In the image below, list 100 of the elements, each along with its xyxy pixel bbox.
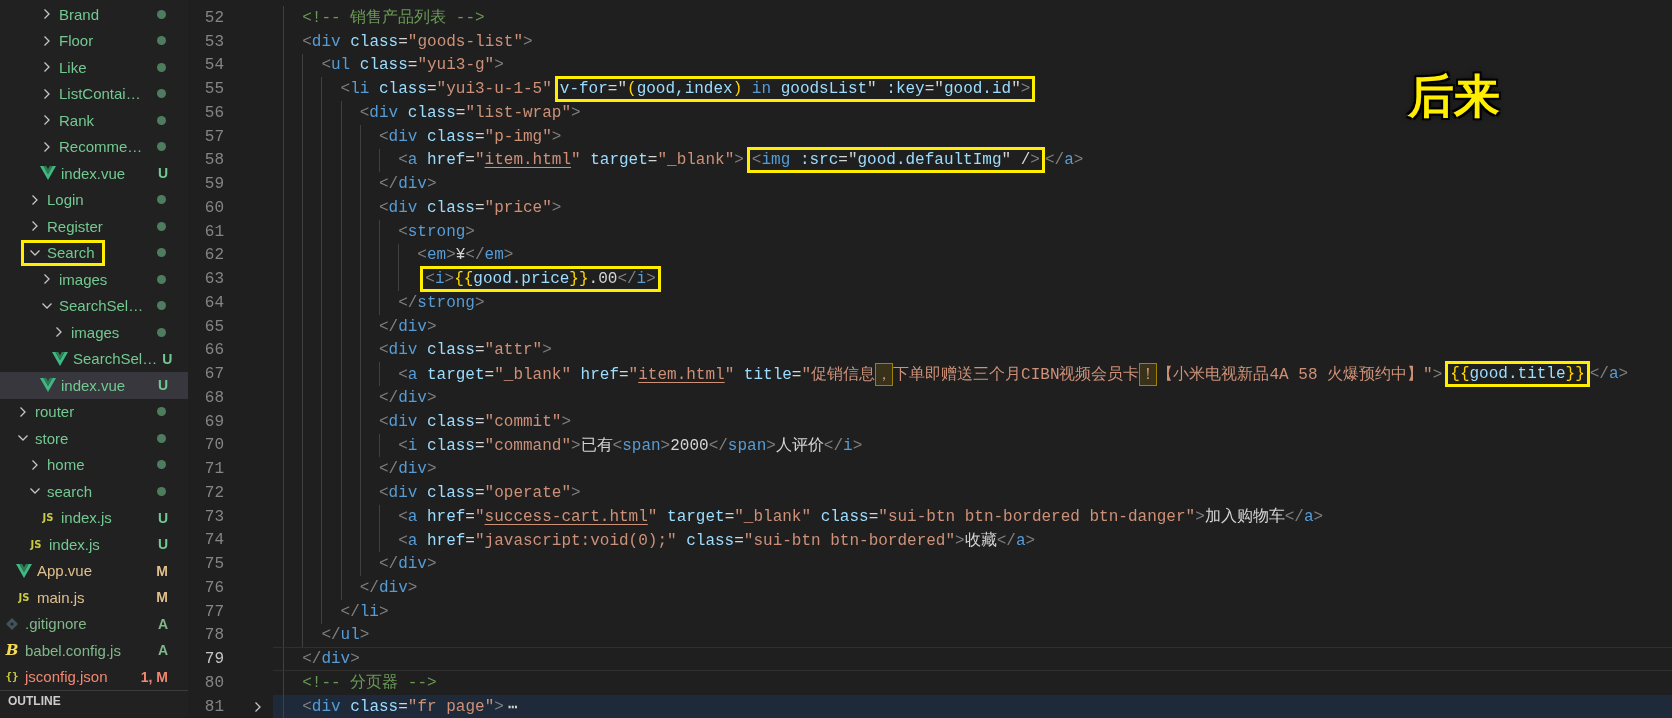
code-text: <div class="operate"> xyxy=(378,483,581,502)
git-status: U xyxy=(157,509,168,526)
tree-item[interactable]: SearchSel… xyxy=(0,292,188,319)
vue-file-icon xyxy=(52,351,68,366)
line-number: 61 xyxy=(203,222,224,241)
code-text: </a> xyxy=(1044,151,1084,170)
line-number: 58 xyxy=(203,151,224,170)
tree-item[interactable]: {} jsconfig.json 1, M xyxy=(0,663,188,690)
line-number: 78 xyxy=(203,626,224,645)
annotation-text: 后来 xyxy=(1408,72,1500,123)
code-text: </ul> xyxy=(321,626,370,645)
tree-item[interactable]: B babel.config.js A xyxy=(0,637,188,664)
tree-item[interactable]: Like xyxy=(0,54,188,81)
code-text: <div class="attr"> xyxy=(378,341,552,360)
code-text: <li class="yui3-u-1-5" xyxy=(340,80,552,99)
line-number: 64 xyxy=(203,293,224,312)
tree-item[interactable]: Recomme… xyxy=(0,133,188,160)
tree-item[interactable]: images xyxy=(0,266,188,293)
line-number: 71 xyxy=(203,460,224,479)
tree-item[interactable]: Rank xyxy=(0,107,188,134)
line-number: 74 xyxy=(203,531,224,550)
tree-item[interactable]: JS main.js M xyxy=(0,584,188,611)
annotation-box: <i>{{good.price}}.00</i> xyxy=(420,266,661,293)
json-file-icon: {} xyxy=(4,669,20,684)
tree-item[interactable]: Login xyxy=(0,186,188,213)
line-number: 70 xyxy=(203,436,224,455)
tree-item[interactable]: Brand xyxy=(0,1,188,28)
line-number: 60 xyxy=(203,198,224,217)
annotation-box: {{good.title}} xyxy=(1445,361,1590,388)
tree-item[interactable]: Floor xyxy=(0,27,188,54)
git-status: A xyxy=(157,615,168,632)
code-text: <a target="_blank" href="item.html" title="促销信息 xyxy=(398,364,876,385)
line-number: 73 xyxy=(203,507,224,526)
tree-item[interactable]: JS index.js U xyxy=(0,531,188,558)
code-text: <ul class="yui3-g"> xyxy=(321,56,504,75)
code-text: </div> xyxy=(378,175,437,194)
code-text: <!-- 分页器 --> xyxy=(302,673,437,694)
git-status: U xyxy=(157,536,168,553)
tree-item[interactable]: Search xyxy=(0,239,188,266)
code-text: 下单即赠送三个月CIBN视频会员卡 xyxy=(893,364,1140,385)
vue-file-icon xyxy=(16,563,32,578)
code-text: <a href="success-cart.html" target="_blank" class="sui-btn btn-bordered btn-danger">加入购物车</a> xyxy=(398,506,1324,528)
code-text: <div class="p-img"> xyxy=(378,127,562,146)
code-text: <i class="command">已有<span>2000</span>人评价</i> xyxy=(398,435,863,456)
line-number: 65 xyxy=(203,317,224,336)
tree-item[interactable]: SearchSel… U xyxy=(0,345,188,372)
js-file-icon: JS xyxy=(28,537,44,552)
tree-item[interactable]: images xyxy=(0,319,188,346)
line-number: 66 xyxy=(203,341,224,360)
git-status: A xyxy=(157,642,168,659)
vue-file-icon xyxy=(40,166,56,181)
annotation-box: <img :src="good.defaultImg" /> xyxy=(746,147,1045,174)
line-number: 67 xyxy=(203,365,224,384)
code-text: <div class="goods-list"> xyxy=(302,32,533,51)
code-text: </strong> xyxy=(398,293,485,312)
code-text: </a> xyxy=(1589,365,1629,384)
git-status: M xyxy=(156,562,168,579)
line-number: 79 xyxy=(203,650,224,669)
code-text: <div class="list-wrap"> xyxy=(359,103,581,122)
fold-ellipsis[interactable]: ⋯ xyxy=(507,696,518,717)
git-status: U xyxy=(162,350,173,367)
tree-item[interactable]: store xyxy=(0,425,188,452)
line-number: 76 xyxy=(203,578,224,597)
outline-header[interactable]: OUTLINE xyxy=(0,690,188,718)
ambiguous-char-highlight: ！ xyxy=(1139,362,1158,386)
line-number: 81 xyxy=(203,697,224,716)
diamond-icon xyxy=(4,616,20,631)
babel-file-icon: B xyxy=(4,643,20,658)
tree-item[interactable]: index.vue U xyxy=(0,160,188,187)
code-text: </div> xyxy=(378,388,437,407)
tree-item[interactable]: App.vue M xyxy=(0,557,188,584)
code-text: <div class="commit"> xyxy=(378,412,571,431)
git-status: M xyxy=(156,589,168,606)
code-text: </div> xyxy=(359,578,418,597)
line-number: 68 xyxy=(203,388,224,407)
line-number: 77 xyxy=(203,602,224,621)
js-file-icon: JS xyxy=(16,590,32,605)
vue-file-icon xyxy=(40,378,56,393)
git-status: U xyxy=(157,377,168,394)
tree-item[interactable]: ListContai… xyxy=(0,80,188,107)
line-number: 56 xyxy=(203,103,224,122)
line-number: 63 xyxy=(203,270,224,289)
tree-item[interactable]: search xyxy=(0,478,188,505)
js-file-icon: JS xyxy=(40,510,56,525)
code-text: </div> xyxy=(378,555,437,574)
code-text: <strong> xyxy=(398,222,475,241)
code-text: </div> xyxy=(302,650,360,669)
line-number: 72 xyxy=(203,483,224,502)
line-number: 59 xyxy=(203,175,224,194)
line-number: 69 xyxy=(203,412,224,431)
tree-item[interactable]: JS index.js U xyxy=(0,504,188,531)
tree-item[interactable]: home xyxy=(0,451,188,478)
ambiguous-char-highlight: ， xyxy=(875,362,894,386)
line-number: 62 xyxy=(203,246,224,265)
tree-item[interactable]: index.vue U xyxy=(0,372,188,399)
code-text: <div class="fr page"> xyxy=(302,697,504,716)
tree-item[interactable]: .gitignore A xyxy=(0,610,188,637)
tree-item[interactable]: Register xyxy=(0,213,188,240)
code-text: <div class="price"> xyxy=(378,198,562,217)
tree-item[interactable]: router xyxy=(0,398,188,425)
